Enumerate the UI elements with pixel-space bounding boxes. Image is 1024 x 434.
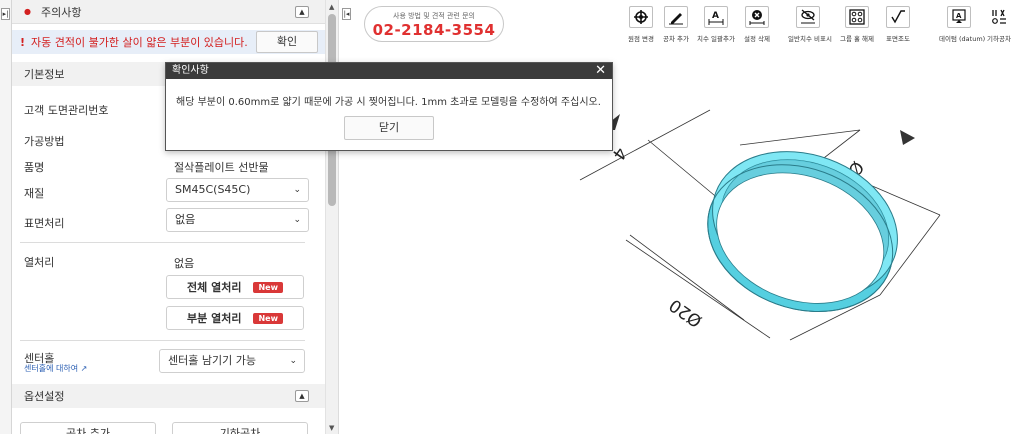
group-hole-icon (845, 6, 869, 28)
surface-label: 표면처리 (24, 217, 65, 230)
caution-header: ● 주의사항 (12, 0, 325, 24)
hide-dimension-icon (796, 6, 820, 28)
toolbar-surface-roughness[interactable]: 표면조도 (878, 6, 918, 43)
heat-treatment-value: 없음 (174, 257, 195, 270)
material-select[interactable]: SM45C(S45C) ⌄ (166, 178, 309, 202)
center-hole-select[interactable]: 센터홀 남기기 가능 ⌄ (159, 349, 305, 373)
origin-icon (629, 6, 653, 28)
divider (20, 340, 305, 341)
left-strip: ▸| (0, 0, 12, 434)
dim-outer-text: Ø20 (666, 294, 706, 330)
chevron-down-icon: ⌄ (289, 356, 297, 366)
option-collapse-button[interactable]: ▲ (295, 390, 309, 402)
toolbar-label: 원점 변경 (628, 35, 654, 43)
dialog-message: 해당 부분이 0.60mm로 얇기 때문에 가공 시 찢어집니다. 1mm 초과… (176, 97, 601, 108)
red-dot-icon: ● (24, 7, 31, 16)
surface-select[interactable]: 없음 ⌄ (166, 208, 309, 232)
toolbar-label: 표면조도 (886, 35, 910, 43)
item-name-value: 절삭플레이트 선반물 (174, 161, 269, 174)
divider (20, 242, 305, 243)
center-hole-link-text: 센터홀에 대하여 (24, 364, 79, 373)
toolbar-geometric-tolerance[interactable]: 기하공차 (979, 6, 1019, 43)
toolbar-delete-setting[interactable]: 설정 삭제 (737, 6, 777, 43)
new-badge: New (253, 281, 283, 293)
item-name-label: 품명 (24, 161, 45, 174)
partial-heat-treatment-button[interactable]: 부분 열처리 New (166, 306, 304, 330)
warning-text: 자동 견적이 불가한 살이 얇은 부분이 있습니다. (31, 36, 248, 49)
toolbar-label: 치수 일괄추가 (697, 35, 735, 43)
contact-box: 사용 방법 및 견적 관련 문의 02-2184-3554 (364, 6, 504, 42)
dialog-title: 확인사항 (172, 65, 209, 76)
dialog-header: 확인사항 ✕ (166, 63, 612, 79)
tolerance-add-icon (664, 6, 688, 28)
scroll-up-icon[interactable]: ▲ (329, 3, 334, 11)
new-badge: New (253, 312, 283, 324)
svg-text:A: A (712, 11, 719, 21)
heat-treatment-label: 열처리 (24, 256, 55, 269)
ring-model-view[interactable]: 4 Ø18.8 Ø20 (560, 100, 960, 390)
add-tolerance-button[interactable]: 공차 추가 (20, 422, 156, 434)
center-hole-select-value: 센터홀 남기기 가능 (168, 354, 256, 367)
svg-text:A: A (956, 12, 962, 20)
full-heat-label: 전체 열처리 (187, 281, 242, 294)
contact-caption: 사용 방법 및 견적 관련 문의 (393, 12, 475, 20)
toolbar-label: 기하공차 (987, 35, 1011, 43)
center-hole-info-link[interactable]: 센터홀에 대하여 ↗ (24, 363, 87, 374)
confirm-button[interactable]: 확인 (256, 31, 318, 53)
scroll-down-icon[interactable]: ▼ (329, 424, 334, 432)
process-method-label: 가공방법 (24, 135, 65, 148)
toolbar-label: 설정 삭제 (744, 35, 770, 43)
toolbar-hide-dimension[interactable]: 일반치수 비표시 (788, 6, 832, 43)
warning-row: ! 자동 견적이 불가한 살이 얇은 부분이 있습니다. 확인 (12, 30, 325, 54)
option-settings-header: 옵션설정 (12, 384, 325, 408)
external-link-icon: ↗ (80, 364, 88, 373)
material-label: 재질 (24, 187, 45, 200)
toolbar-dimension-batch[interactable]: A 치수 일괄추가 (696, 6, 736, 43)
full-heat-treatment-button[interactable]: 전체 열처리 New (166, 275, 304, 299)
toolbar-datum[interactable]: A 데이텀 (datum) (939, 6, 986, 43)
toolbar-group-hole[interactable]: 그룹 홀 해제 (837, 6, 877, 43)
surface-select-value: 없음 (175, 213, 196, 226)
panel-toggle-button[interactable]: ▸| (1, 8, 10, 20)
toolbar-label: 공차 추가 (663, 35, 689, 43)
partial-heat-label: 부분 열처리 (187, 312, 242, 325)
confirm-dialog: 확인사항 ✕ 해당 부분이 0.60mm로 얇기 때문에 가공 시 찢어집니다.… (165, 62, 613, 151)
viewer-toggle-button[interactable]: |◂ (342, 8, 351, 20)
chevron-down-icon: ⌄ (293, 215, 301, 225)
toolbar-add-tolerance[interactable]: 공차 추가 (656, 6, 696, 43)
dimension-batch-icon: A (704, 6, 728, 28)
surface-roughness-icon (886, 6, 910, 28)
geometric-tolerance-button[interactable]: 기하공차 (172, 422, 308, 434)
contact-phone: 02-2184-3554 (372, 21, 496, 39)
toolbar-label: 데이텀 (datum) (939, 35, 986, 43)
chevron-down-icon: ⌄ (293, 185, 301, 195)
material-select-value: SM45C(S45C) (175, 183, 251, 196)
dialog-close-button[interactable]: 닫기 (344, 116, 434, 140)
caution-title: 주의사항 (40, 5, 82, 19)
toolbar-origin-change[interactable]: 원점 변경 (621, 6, 661, 43)
datum-icon: A (947, 6, 971, 28)
exclamation-icon: ! (20, 35, 26, 49)
caution-collapse-button[interactable]: ▲ (295, 6, 309, 18)
close-icon[interactable]: ✕ (595, 64, 606, 77)
toolbar-label: 그룹 홀 해제 (839, 35, 875, 43)
geometric-tolerance-icon (987, 6, 1011, 28)
delete-setting-icon (745, 6, 769, 28)
toolbar-label: 일반치수 비표시 (788, 35, 832, 43)
customer-drawing-no-label: 고객 도면관리번호 (24, 104, 109, 117)
